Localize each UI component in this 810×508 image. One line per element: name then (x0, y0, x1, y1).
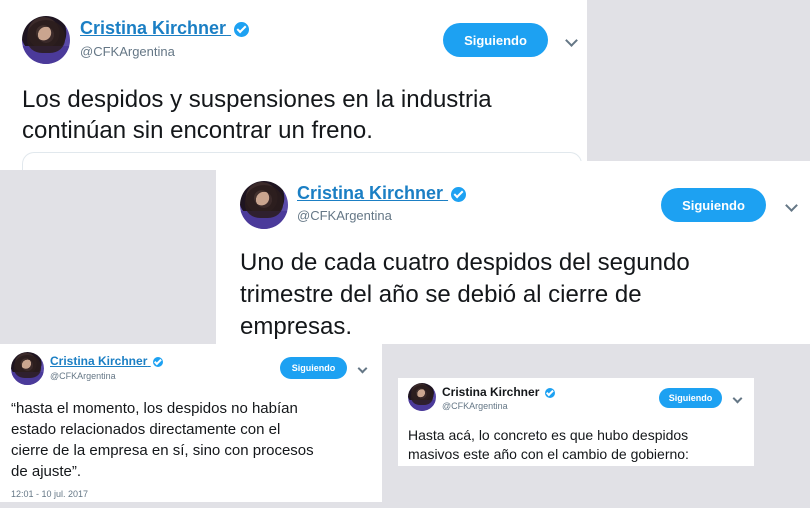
tweet-text: “hasta el momento, los despidos no había… (11, 398, 314, 482)
author-name-text[interactable]: Cristina Kirchner (80, 18, 226, 38)
tweet-card-1: Cristina Kirchner @CFKArgentina Siguiend… (0, 0, 587, 170)
author-handle: @CFKArgentina (442, 401, 508, 411)
following-button[interactable]: Siguiendo (280, 357, 347, 379)
following-button[interactable]: Siguiendo (659, 388, 722, 408)
author-handle: @CFKArgentina (80, 44, 175, 59)
tweet-text: Uno de cada cuatro despidos del segundo … (240, 247, 690, 343)
author-handle: @CFKArgentina (297, 208, 392, 223)
author-name-text[interactable]: Cristina Kirchner (297, 183, 443, 203)
author-name-text[interactable]: Cristina Kirchner (442, 385, 539, 399)
verified-icon (152, 356, 163, 367)
chevron-down-icon[interactable] (565, 34, 578, 47)
following-button[interactable]: Siguiendo (661, 188, 766, 222)
author-name-text[interactable]: Cristina Kirchner (50, 354, 147, 368)
tweet-card-4: Cristina Kirchner @CFKArgentina Siguiend… (398, 378, 754, 466)
verified-icon (451, 186, 467, 202)
avatar[interactable] (240, 181, 288, 229)
avatar[interactable] (22, 16, 70, 64)
author-name[interactable]: Cristina Kirchner (442, 385, 555, 399)
verified-icon (234, 21, 250, 37)
tweet-text: Los despidos y suspensiones en la indust… (22, 84, 492, 146)
author-name[interactable]: Cristina Kirchner (80, 18, 250, 39)
tweet-text-line: cierre de la empresa en sí, sino con pro… (11, 442, 314, 459)
tweet-text-line: “hasta el momento, los despidos no había… (11, 400, 298, 417)
following-button[interactable]: Siguiendo (443, 23, 548, 57)
verified-icon (544, 387, 555, 398)
tweet-text-line: continúan sin encontrar un freno. (22, 117, 373, 144)
author-name[interactable]: Cristina Kirchner (50, 354, 163, 368)
tweet-text-line: trimestre del año se debió al cierre de (240, 281, 642, 308)
tweet-text-line: empresas. (240, 313, 353, 340)
tweet-text-line: masivos este año con el cambio de gobier… (408, 446, 689, 462)
tweet-text-line: de ajuste”. (11, 463, 82, 480)
chevron-down-icon[interactable] (785, 199, 798, 212)
tweet-text-line: Uno de cada cuatro despidos del segundo (240, 249, 690, 276)
author-name[interactable]: Cristina Kirchner (297, 183, 467, 204)
tweet-text: Hasta acá, lo concreto es que hubo despi… (408, 426, 689, 464)
tweet-text-line: Hasta acá, lo concreto es que hubo despi… (408, 427, 689, 443)
tweet-card-2: Cristina Kirchner @CFKArgentina Siguiend… (216, 161, 810, 344)
avatar[interactable] (408, 383, 436, 411)
chevron-down-icon[interactable] (357, 363, 368, 374)
chevron-down-icon[interactable] (732, 393, 743, 404)
tweet-text-line: estado relacionados directamente con el (11, 421, 281, 438)
tweet-card-3: Cristina Kirchner @CFKArgentina Siguiend… (0, 344, 382, 502)
author-handle: @CFKArgentina (50, 371, 116, 381)
tweet-timestamp[interactable]: 12:01 - 10 jul. 2017 (11, 489, 88, 499)
tweet-text-line: Los despidos y suspensiones en la indust… (22, 86, 492, 113)
avatar[interactable] (11, 352, 44, 385)
